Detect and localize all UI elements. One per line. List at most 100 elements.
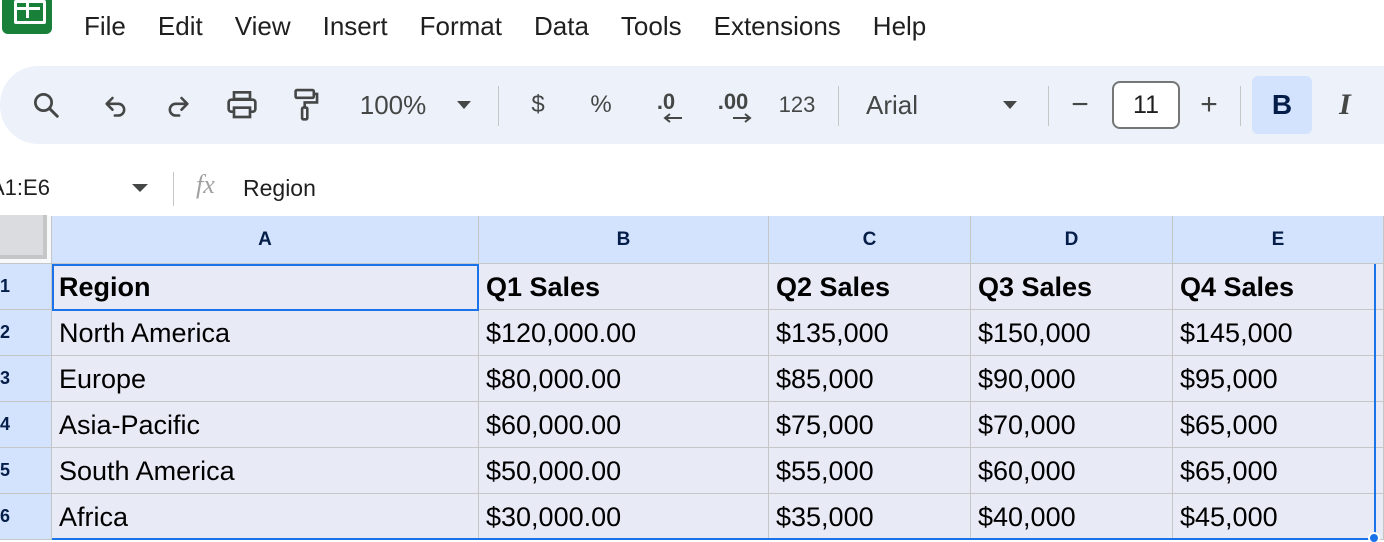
- cell-c6[interactable]: $35,000: [769, 494, 971, 540]
- menu-edit[interactable]: Edit: [142, 8, 219, 44]
- menu-insert[interactable]: Insert: [307, 8, 404, 44]
- cell-e4[interactable]: $65,000: [1173, 402, 1384, 448]
- row-header-4[interactable]: 4: [0, 402, 52, 448]
- row-header-5[interactable]: 5: [0, 448, 52, 494]
- menu-tools[interactable]: Tools: [605, 8, 698, 44]
- decrease-font-size-button[interactable]: −: [1064, 66, 1096, 144]
- chevron-down-icon: [1003, 101, 1017, 109]
- cell-d1[interactable]: Q3 Sales: [971, 264, 1173, 310]
- menu-format[interactable]: Format: [404, 8, 518, 44]
- plus-icon: +: [1200, 88, 1218, 121]
- formula-bar: A1:E6 fx Region: [0, 160, 1384, 216]
- cell-a5[interactable]: South America: [52, 448, 479, 494]
- cell-b6[interactable]: $30,000.00: [479, 494, 769, 540]
- undo-button[interactable]: [96, 66, 136, 144]
- cell-a3[interactable]: Europe: [52, 356, 479, 402]
- redo-button[interactable]: [158, 66, 198, 144]
- print-button[interactable]: [220, 66, 264, 144]
- zoom-select[interactable]: 100%: [352, 66, 434, 144]
- cell-b2[interactable]: $120,000.00: [479, 310, 769, 356]
- arrow-left-icon: [663, 113, 682, 123]
- fx-icon: fx: [196, 170, 215, 199]
- zoom-dropdown[interactable]: [452, 66, 476, 144]
- format-currency-button[interactable]: $: [522, 66, 554, 144]
- search-icon: [34, 93, 59, 118]
- column-header-b[interactable]: B: [479, 216, 769, 264]
- formula-bar-divider: [173, 172, 174, 206]
- percent-icon: %: [590, 91, 612, 118]
- name-box[interactable]: A1:E6: [0, 170, 150, 206]
- increase-decimal-button[interactable]: .00: [708, 66, 758, 144]
- cell-e2[interactable]: $145,000: [1173, 310, 1384, 356]
- row-header-3[interactable]: 3: [0, 356, 52, 402]
- italic-button[interactable]: I: [1320, 76, 1370, 134]
- row-header-2[interactable]: 2: [0, 310, 52, 356]
- cell-a2[interactable]: North America: [52, 310, 479, 356]
- cell-b3[interactable]: $80,000.00: [479, 356, 769, 402]
- chevron-down-icon[interactable]: [132, 184, 148, 192]
- toolbar-divider: [498, 86, 499, 126]
- paint-roller-icon: [294, 88, 319, 121]
- cell-e5[interactable]: $65,000: [1173, 448, 1384, 494]
- format-percent-button[interactable]: %: [584, 66, 618, 144]
- search-menus-button[interactable]: [26, 66, 66, 144]
- arrow-right-icon: [733, 113, 752, 123]
- cell-d5[interactable]: $60,000: [971, 448, 1173, 494]
- spreadsheet-grid: A B C D E 1 Region Q1 Sales Q2 Sales Q3 Sales Q4 S…: [0, 215, 1384, 542]
- toolbar: 100% $ % .0 .00 123 Arial − 11 + B I: [0, 66, 1384, 144]
- increase-decimal-icon: .00: [717, 89, 749, 114]
- cell-e1[interactable]: Q4 Sales: [1173, 264, 1384, 310]
- cell-a4[interactable]: Asia-Pacific: [52, 402, 479, 448]
- minus-icon: −: [1071, 88, 1089, 121]
- menu-file[interactable]: File: [68, 8, 142, 44]
- decrease-decimal-icon: .0: [656, 89, 676, 114]
- font-size-input[interactable]: 11: [1112, 81, 1180, 129]
- toolbar-divider: [1048, 86, 1049, 126]
- decrease-decimal-button[interactable]: .0: [644, 66, 688, 144]
- cell-d2[interactable]: $150,000: [971, 310, 1173, 356]
- sheets-logo-icon[interactable]: [2, 0, 52, 34]
- cell-c2[interactable]: $135,000: [769, 310, 971, 356]
- cell-b4[interactable]: $60,000.00: [479, 402, 769, 448]
- cell-e6[interactable]: $45,000: [1173, 494, 1384, 540]
- formula-input[interactable]: Region: [243, 172, 316, 204]
- more-formats-button[interactable]: 123: [774, 66, 820, 144]
- redo-icon: [168, 96, 189, 117]
- toolbar-divider: [1240, 86, 1241, 126]
- cell-b1[interactable]: Q1 Sales: [479, 264, 769, 310]
- increase-font-size-button[interactable]: +: [1192, 66, 1226, 144]
- menu-view[interactable]: View: [219, 8, 307, 44]
- currency-icon: $: [531, 91, 545, 118]
- cell-e3[interactable]: $95,000: [1173, 356, 1384, 402]
- cell-c4[interactable]: $75,000: [769, 402, 971, 448]
- select-all-corner[interactable]: [0, 215, 52, 264]
- column-header-c[interactable]: C: [769, 216, 971, 264]
- menu-data[interactable]: Data: [518, 8, 605, 44]
- column-header-a[interactable]: A: [52, 216, 479, 264]
- column-header-d[interactable]: D: [971, 216, 1173, 264]
- toolbar-divider: [838, 86, 839, 126]
- column-header-e[interactable]: E: [1173, 216, 1384, 264]
- cell-a1[interactable]: Region: [52, 264, 479, 310]
- zoom-value: 100%: [359, 89, 427, 120]
- cell-d3[interactable]: $90,000: [971, 356, 1173, 402]
- row-header-1[interactable]: 1: [0, 264, 52, 310]
- menu-help[interactable]: Help: [857, 8, 942, 44]
- font-family-select[interactable]: Arial: [866, 66, 936, 144]
- menu-extensions[interactable]: Extensions: [698, 8, 857, 44]
- font-family-value: Arial: [866, 89, 919, 120]
- cell-d6[interactable]: $40,000: [971, 494, 1173, 540]
- row-header-6[interactable]: 6: [0, 494, 52, 540]
- cell-c5[interactable]: $55,000: [769, 448, 971, 494]
- cell-d4[interactable]: $70,000: [971, 402, 1173, 448]
- cell-c1[interactable]: Q2 Sales: [769, 264, 971, 310]
- fill-handle[interactable]: [1368, 532, 1380, 542]
- number-format-icon: 123: [778, 92, 816, 117]
- cell-b5[interactable]: $50,000.00: [479, 448, 769, 494]
- bold-button[interactable]: B: [1252, 76, 1312, 134]
- cell-a6[interactable]: Africa: [52, 494, 479, 540]
- paint-format-button[interactable]: [286, 66, 326, 144]
- font-family-dropdown[interactable]: [998, 66, 1022, 144]
- print-icon: [227, 90, 257, 119]
- cell-c3[interactable]: $85,000: [769, 356, 971, 402]
